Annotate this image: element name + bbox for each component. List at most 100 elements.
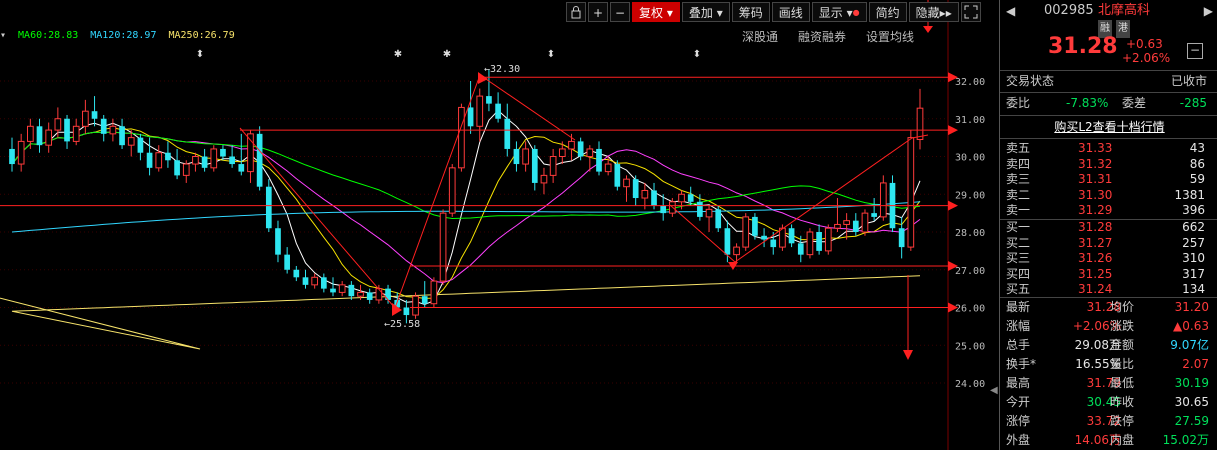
lock-icon[interactable]	[566, 2, 586, 22]
stat-label: 昨收	[1110, 395, 1135, 409]
candle-body	[504, 118, 511, 149]
bid-label: 买五	[1006, 282, 1031, 297]
zoom-in-button[interactable]: +	[588, 2, 608, 22]
stat-row: 涨幅 +2.06% 涨跌 ▲0.63	[1006, 317, 1213, 336]
bid-row[interactable]: 买一 31.28 662	[1006, 219, 1211, 235]
candle-body	[788, 228, 795, 244]
adjust-label: 复权	[639, 6, 664, 20]
bid-row[interactable]: 买二 31.27 257	[1006, 235, 1211, 251]
hk-connect-link[interactable]: 深股通	[742, 28, 778, 45]
stat-row: 换手* 16.55% 量比 2.07	[1006, 355, 1213, 374]
price-tick-label: 24.00	[955, 379, 985, 390]
bid-row[interactable]: 买四 31.25 317	[1006, 266, 1211, 282]
candle-body	[476, 95, 484, 127]
candle-body	[182, 163, 190, 176]
ask-label: 卖五	[1006, 141, 1031, 155]
trade-status-row: 交易状态 已收市	[1006, 72, 1213, 90]
zoom-out-button[interactable]: −	[610, 2, 630, 22]
trade-status-label: 交易状态	[1006, 74, 1055, 88]
bid-label: 买三	[1006, 251, 1031, 266]
candle-body	[779, 227, 786, 248]
ma-settings-link[interactable]: 设置均线	[866, 28, 914, 45]
fullscreen-icon[interactable]	[960, 2, 981, 22]
candle-body	[412, 295, 419, 316]
candle-body	[403, 307, 410, 316]
trade-status-value: 已收市	[1170, 74, 1207, 88]
candle-body	[522, 148, 529, 165]
candle-body	[834, 223, 841, 229]
divider	[1000, 70, 1217, 71]
candle-body	[146, 152, 153, 168]
candle-body	[192, 156, 199, 165]
kline-chart-area[interactable]: 32.00 31.00 30.00 29.00 28.00 27.00 26.00 25.00…	[0, 0, 998, 450]
candle-body	[761, 235, 767, 240]
stat-label: 涨跌	[1110, 319, 1135, 333]
hide-label: 隐藏	[915, 6, 940, 20]
stock-name: 北摩高科	[1098, 3, 1151, 18]
candle-body	[458, 106, 465, 169]
ask-row[interactable]: 卖一 31.29 396	[1006, 202, 1211, 218]
candle-body	[256, 133, 263, 187]
buy-l2-link[interactable]: 购买L2查看十档行情	[1054, 120, 1164, 134]
adjust-button[interactable]: 复权 ▾	[632, 2, 680, 22]
bid-price: 31.26	[1078, 251, 1113, 266]
last-price: 31.28	[1048, 34, 1118, 59]
simple-mode-button[interactable]: 简约	[868, 2, 907, 22]
bid-row[interactable]: 买五 31.24 134	[1006, 281, 1211, 297]
kline-chart[interactable]: 32.00 31.00 30.00 29.00 28.00 27.00 26.00 25.00…	[0, 0, 998, 450]
candle-body	[229, 156, 235, 165]
stat-label: 跌停	[1110, 414, 1135, 428]
stat-value: 31.20	[1174, 300, 1209, 314]
ask-row[interactable]: 卖五 31.33 43	[1006, 140, 1211, 156]
candle-body	[430, 280, 438, 305]
price-tick-label: 27.00	[955, 266, 985, 277]
candle-body	[549, 156, 557, 176]
ask-row[interactable]: 卖二 31.30 1381	[1006, 187, 1211, 203]
candle-body	[806, 231, 814, 256]
ask-label: 卖四	[1006, 156, 1031, 171]
stat-value: 27.59	[1174, 414, 1209, 428]
stat-label: 最低	[1110, 376, 1135, 390]
candle-body	[36, 126, 43, 146]
bid-row[interactable]: 买三 31.26 310	[1006, 250, 1211, 266]
candle-body	[824, 227, 832, 252]
candle-body	[531, 148, 538, 183]
hide-button[interactable]: 隐藏▸▸	[908, 2, 959, 22]
event-marker-icon: ✱	[443, 49, 451, 60]
chips-button[interactable]: 筹码	[731, 2, 770, 22]
ma250-line	[0, 275, 921, 350]
ask-volume: 396	[1182, 203, 1205, 218]
draw-line-button[interactable]: 画线	[771, 2, 810, 22]
stat-value: 30.65	[1174, 395, 1209, 409]
candle-body	[265, 186, 272, 229]
ask-label: 卖二	[1006, 187, 1031, 202]
stat-value: 2.07	[1182, 357, 1209, 371]
overlay-button[interactable]: 叠加 ▾	[681, 2, 730, 22]
collapse-icon[interactable]: −	[1187, 43, 1203, 59]
divider	[1000, 115, 1217, 116]
ask-row[interactable]: 卖三 31.31 59	[1006, 171, 1211, 187]
candle-body	[486, 96, 492, 104]
ma250-label: MA250:26.79	[168, 30, 235, 41]
candle-body	[330, 288, 336, 293]
bid-price: 31.28	[1078, 220, 1113, 234]
ask-list: 卖五 31.33 43 卖四 31.32 86 卖三 31.31 59 卖二 31.30 1381 卖一…	[1006, 140, 1217, 220]
panel-toggle-handle[interactable]: ◀	[990, 385, 998, 405]
next-stock-icon[interactable]: ▶	[1204, 2, 1213, 20]
bid-volume: 317	[1182, 266, 1205, 281]
display-button[interactable]: 显示 ▾●	[811, 2, 867, 22]
candle-body	[82, 110, 89, 127]
candle-body	[201, 156, 208, 168]
ask-price: 31.29	[1078, 203, 1113, 218]
candle-body	[651, 190, 657, 206]
ask-price: 31.32	[1078, 156, 1113, 171]
event-marker-icon: ⬍	[196, 49, 204, 60]
candle-body	[45, 129, 53, 146]
ma-dropdown-icon[interactable]: ▾	[0, 30, 6, 41]
arrowhead-icon	[923, 26, 933, 33]
candle-body	[614, 164, 621, 187]
ask-row[interactable]: 卖四 31.32 86	[1006, 156, 1211, 172]
margin-trading-link[interactable]: 融资融券	[798, 28, 846, 45]
prev-stock-icon[interactable]: ◀	[1006, 2, 1015, 20]
candle-body	[641, 189, 649, 199]
